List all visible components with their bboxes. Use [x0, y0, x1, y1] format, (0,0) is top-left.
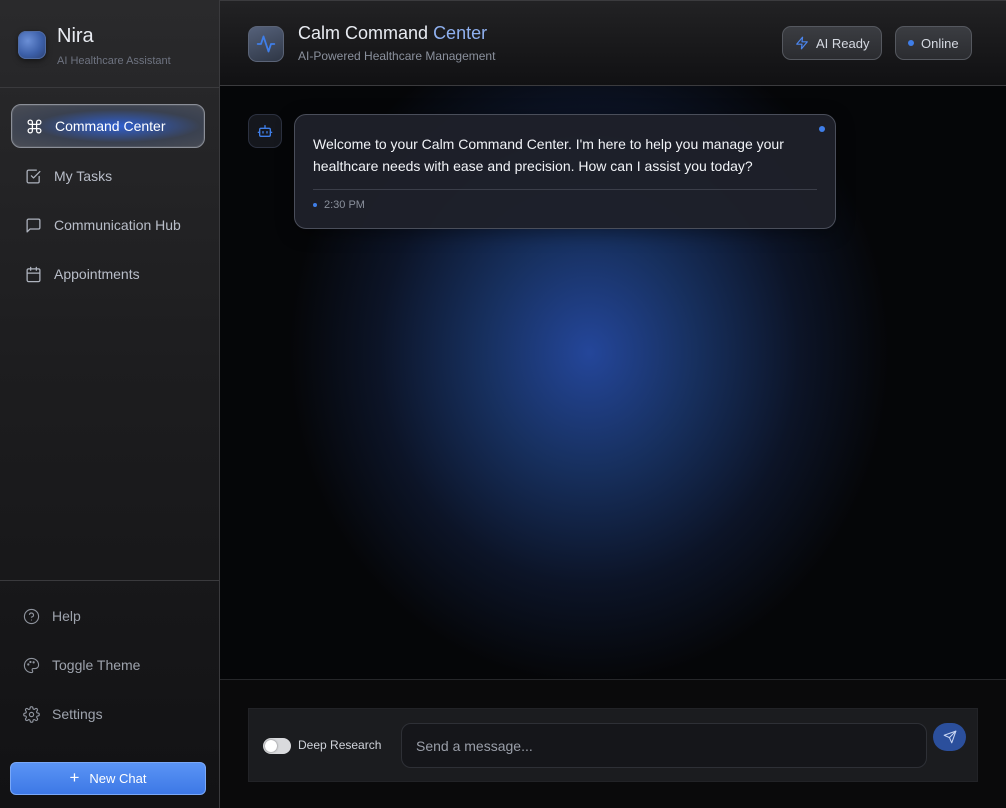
help-label: Help: [52, 608, 81, 624]
composer-section: Deep Research: [220, 680, 1006, 808]
page-title-part1: Calm Command: [298, 23, 429, 43]
brand-logo: [18, 31, 46, 59]
toggle-theme-button[interactable]: Toggle Theme: [13, 645, 207, 685]
plus-icon: +: [69, 768, 80, 787]
brand-subtitle: AI Healthcare Assistant: [57, 55, 171, 67]
brand-name: Nira: [57, 25, 94, 47]
send-icon: [943, 730, 956, 744]
page-subtitle: AI-Powered Healthcare Management: [298, 49, 496, 63]
online-label: Online: [921, 35, 959, 51]
sidebar: Nira AI Healthcare Assistant Command Cen…: [0, 0, 220, 808]
ai-ready-badge[interactable]: AI Ready: [782, 26, 883, 60]
command-icon: [25, 117, 43, 135]
toggle-theme-label: Toggle Theme: [52, 657, 141, 673]
chat-area: Welcome to your Calm Command Center. I'm…: [220, 86, 1006, 680]
help-button[interactable]: Help: [13, 596, 207, 636]
sidebar-item-command-center[interactable]: Command Center: [11, 104, 205, 148]
sidebar-item-my-tasks[interactable]: My Tasks: [11, 154, 205, 198]
message-timestamp: 2:30 PM: [313, 199, 365, 211]
check-square-icon: [24, 167, 42, 185]
top-header: Calm Command Center AI-Powered Healthcar…: [220, 0, 1006, 86]
palette-icon: [23, 657, 40, 673]
page-title-part2: Center: [433, 23, 488, 43]
new-chat-button[interactable]: + New Chat: [10, 762, 206, 795]
sidebar-item-label: Communication Hub: [54, 217, 181, 233]
online-status-badge[interactable]: Online: [895, 26, 972, 60]
message-indicator-dot: [819, 126, 825, 132]
settings-label: Settings: [52, 706, 103, 722]
bot-icon: [257, 125, 273, 137]
header-logo: [248, 26, 284, 62]
message-icon: [24, 216, 42, 234]
sidebar-item-appointments[interactable]: Appointments: [11, 252, 205, 296]
help-circle-icon: [23, 608, 40, 624]
sidebar-item-label: Appointments: [54, 266, 140, 282]
ai-ready-label: AI Ready: [816, 35, 870, 51]
bot-avatar: [248, 114, 282, 148]
new-chat-label: New Chat: [89, 771, 147, 786]
toggle-knob: [265, 740, 277, 752]
brand-header: Nira AI Healthcare Assistant: [0, 0, 219, 88]
composer: Deep Research: [248, 708, 978, 782]
page-title: Calm Command Center: [298, 23, 487, 44]
calendar-icon: [24, 265, 42, 283]
deep-research-toggle[interactable]: [263, 738, 291, 754]
deep-research-label: Deep Research: [298, 738, 382, 752]
status-dot: [908, 40, 914, 46]
assistant-message: Welcome to your Calm Command Center. I'm…: [294, 114, 836, 229]
gear-icon: [23, 705, 40, 723]
message-time: 2:30 PM: [324, 199, 365, 211]
message-input[interactable]: [401, 723, 927, 768]
message-divider: [313, 189, 817, 190]
message-text: Welcome to your Calm Command Center. I'm…: [313, 136, 784, 174]
sidebar-item-label: My Tasks: [54, 168, 113, 184]
sidebar-item-label: Command Center: [55, 118, 166, 134]
lightning-icon: [796, 36, 808, 50]
sidebar-divider: [0, 580, 219, 581]
settings-button[interactable]: Settings: [13, 694, 207, 734]
send-button[interactable]: [933, 723, 966, 751]
timestamp-dot: [313, 203, 317, 207]
activity-icon: [256, 35, 276, 53]
sidebar-item-communication-hub[interactable]: Communication Hub: [11, 203, 205, 247]
